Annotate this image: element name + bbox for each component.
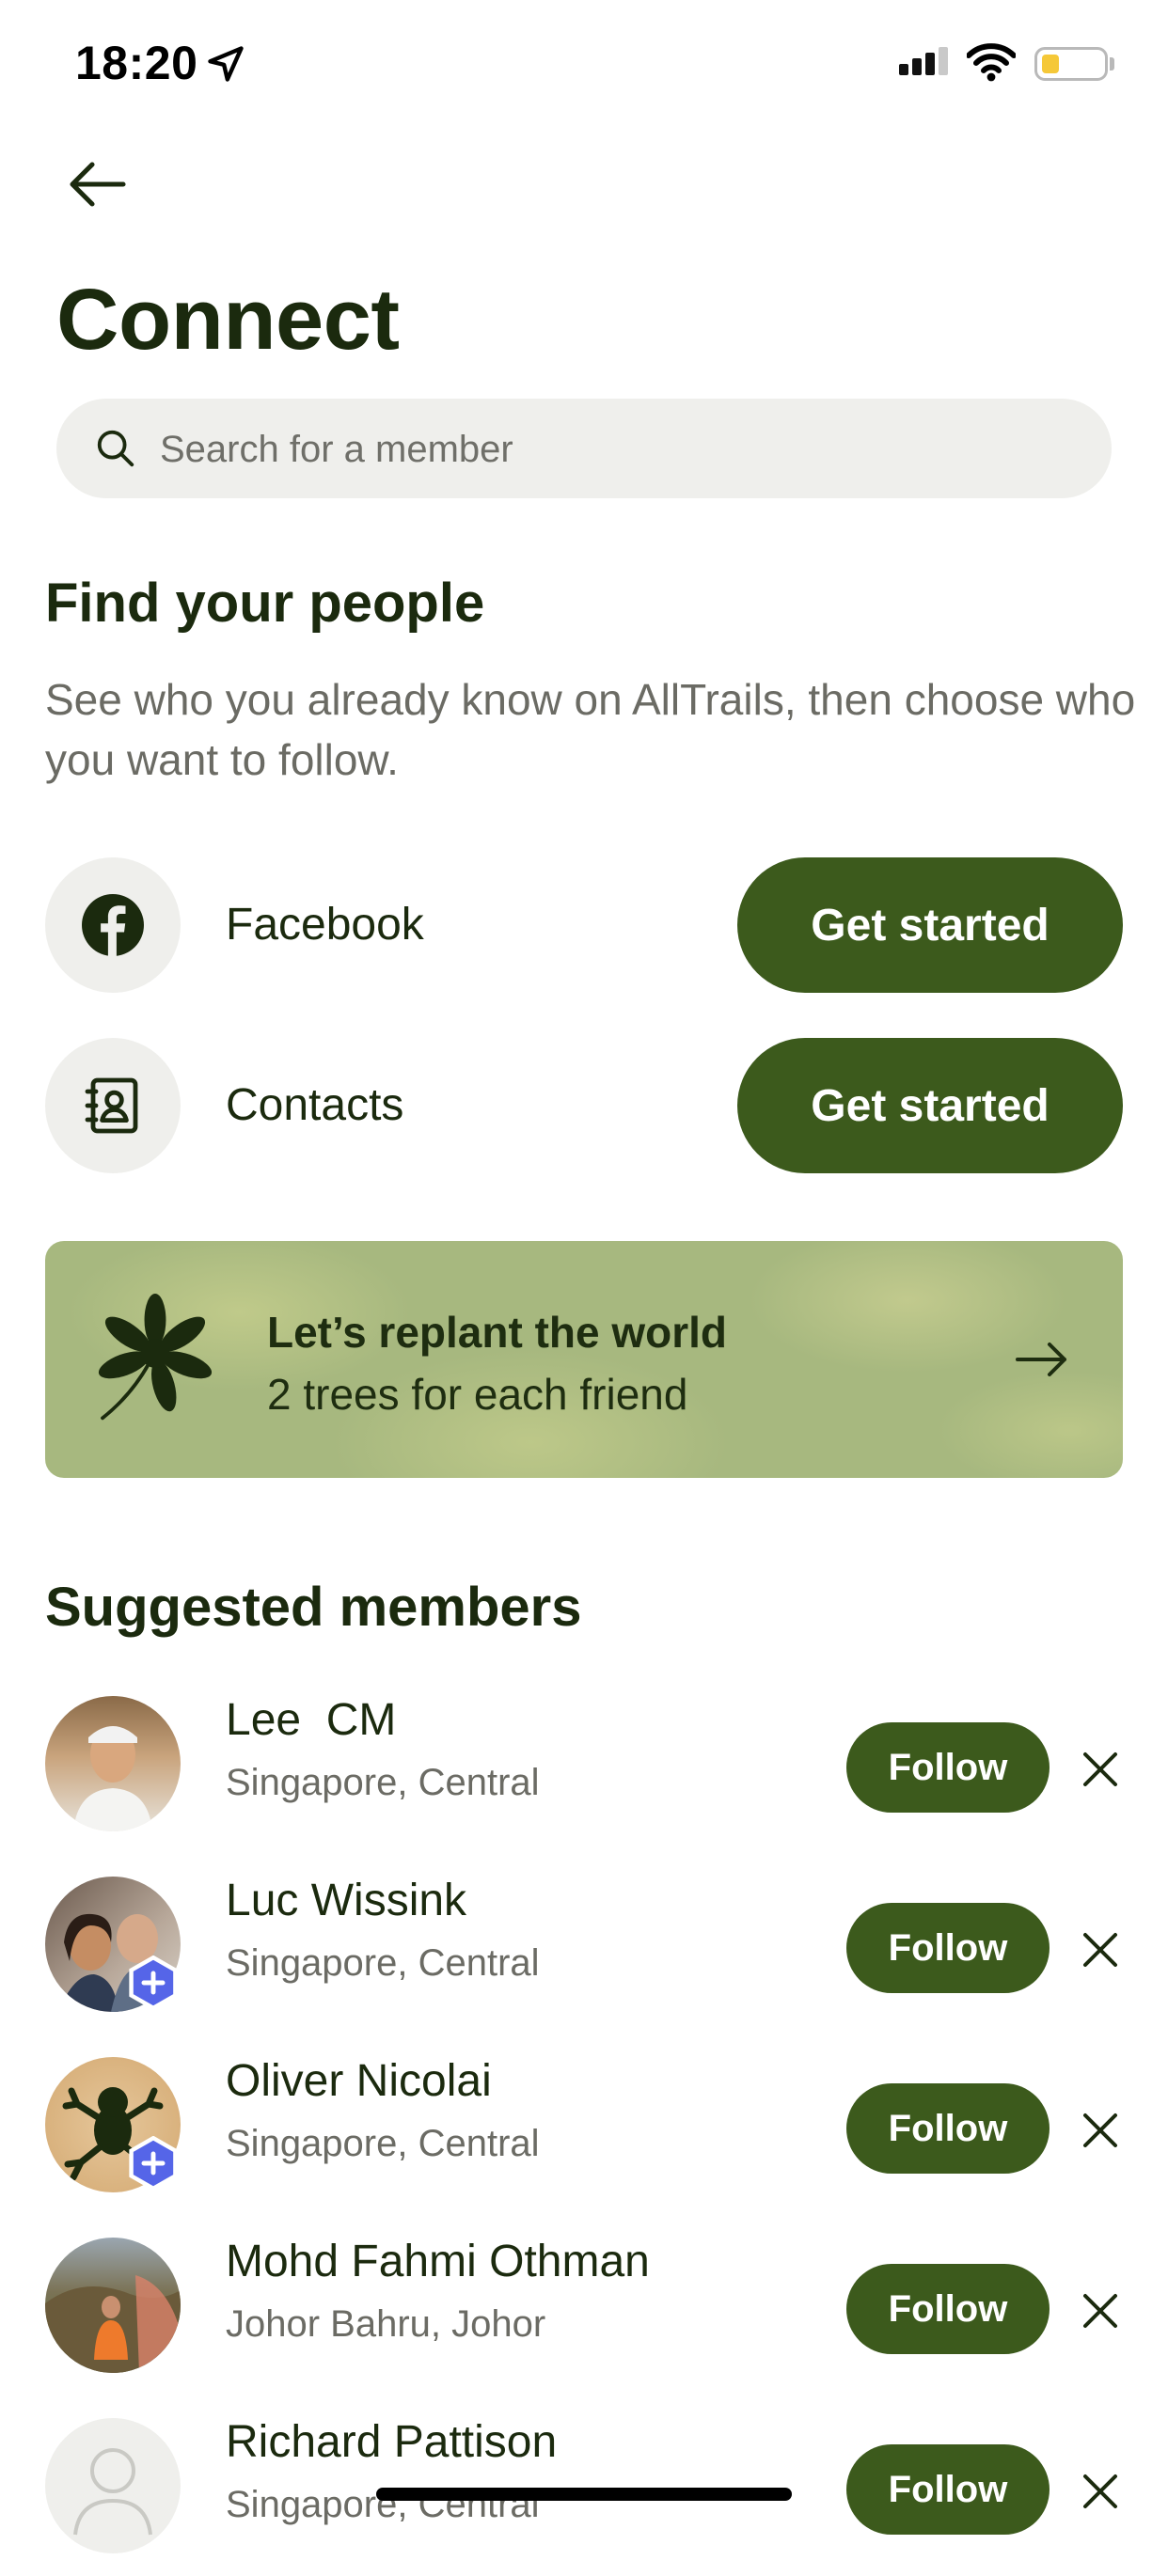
replant-banner[interactable]: Let’s replant the world 2 trees for each…: [45, 1241, 1123, 1478]
follow-button[interactable]: Follow: [846, 1722, 1050, 1813]
member-name: Mohd Fahmi Othman: [226, 2237, 650, 2286]
suggested-members-heading: Suggested members: [45, 1577, 582, 1638]
facebook-get-started-button[interactable]: Get started: [737, 857, 1123, 993]
battery-icon: [1034, 47, 1108, 81]
member-location: Johor Bahru, Johor: [226, 2303, 546, 2345]
contacts-book-icon: [85, 1077, 138, 1134]
member-location: Singapore, Central: [226, 1762, 540, 1803]
wifi-icon: [967, 43, 1016, 82]
member-name: Lee CM: [226, 1695, 397, 1745]
leaf-icon: [98, 1294, 213, 1421]
contacts-icon-circle: [45, 1038, 181, 1173]
facebook-icon-circle: [45, 857, 181, 993]
close-icon[interactable]: [1078, 1927, 1123, 1972]
facebook-label: Facebook: [226, 900, 424, 950]
banner-title: Let’s replant the world: [267, 1308, 728, 1357]
member-row[interactable]: Richard Pattison Singapore, Central Foll…: [0, 2395, 1168, 2576]
member-row[interactable]: Oliver Nicolai Singapore, Central Follow: [0, 2034, 1168, 2215]
contacts-get-started-button[interactable]: Get started: [737, 1038, 1123, 1173]
search-bar[interactable]: [56, 399, 1112, 500]
close-icon[interactable]: [1078, 1747, 1123, 1792]
page-title: Connect: [56, 272, 400, 368]
find-people-description: See who you already know on AllTrails, t…: [45, 675, 1136, 784]
avatar[interactable]: [45, 2238, 181, 2373]
member-row[interactable]: Luc Wissink Singapore, Central Follow: [0, 1854, 1168, 2034]
member-name: Richard Pattison: [226, 2417, 558, 2467]
avatar[interactable]: [45, 1696, 181, 1831]
close-icon[interactable]: [1078, 2288, 1123, 2333]
arrow-right-icon: [1016, 1343, 1066, 1376]
back-arrow-icon[interactable]: [64, 150, 132, 218]
search-icon: [97, 430, 134, 467]
plus-member-badge-icon: [129, 2136, 178, 2191]
facebook-icon: [82, 894, 144, 956]
search-input[interactable]: [158, 399, 1083, 500]
contacts-label: Contacts: [226, 1080, 404, 1130]
member-row[interactable]: Mohd Fahmi Othman Johor Bahru, Johor Fol…: [0, 2215, 1168, 2395]
plus-member-badge-icon: [129, 1956, 178, 2010]
location-arrow-icon: [208, 46, 244, 82]
close-icon[interactable]: [1078, 2108, 1123, 2153]
follow-button[interactable]: Follow: [846, 2444, 1050, 2535]
avatar[interactable]: [45, 2418, 181, 2553]
member-name: Luc Wissink: [226, 1876, 467, 1925]
status-time: 18:20: [75, 37, 198, 89]
home-indicator[interactable]: [376, 2488, 792, 2501]
person-placeholder-icon: [73, 2448, 152, 2536]
find-people-heading: Find your people: [45, 573, 485, 634]
member-location: Singapore, Central: [226, 2123, 540, 2164]
member-name: Oliver Nicolai: [226, 2056, 492, 2106]
follow-button[interactable]: Follow: [846, 1903, 1050, 1993]
member-location: Singapore, Central: [226, 1942, 540, 1984]
follow-button[interactable]: Follow: [846, 2264, 1050, 2354]
banner-subtitle: 2 trees for each friend: [267, 1370, 688, 1419]
follow-button[interactable]: Follow: [846, 2083, 1050, 2174]
battery-nub: [1110, 57, 1114, 71]
close-icon[interactable]: [1078, 2469, 1123, 2514]
member-row[interactable]: Lee CM Singapore, Central Follow: [0, 1673, 1168, 1854]
